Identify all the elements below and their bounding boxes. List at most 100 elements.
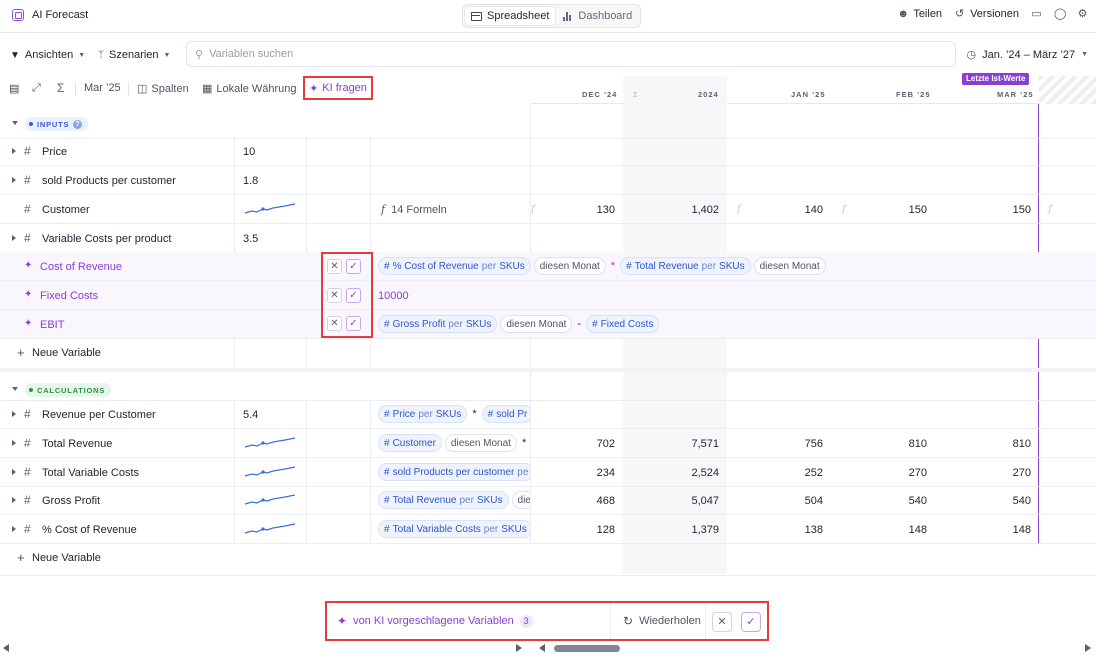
cell-jan25[interactable]: 756 [743,438,823,450]
scroll-left-icon[interactable] [539,644,545,652]
formula-chip[interactable]: # sold Pr [481,405,530,423]
columns-button[interactable]: ◫ Spalten [137,82,189,96]
table-row[interactable]: # Variable Costs per product 3.5 [0,224,1096,253]
time-chip[interactable]: diesen Monat [500,315,573,333]
section-calculations[interactable]: CALCULATIONS [0,368,1096,401]
table-row[interactable]: # sold Products per customer 1.8 [0,166,1096,195]
formula-cell[interactable]: # Total Variable Costs per SKUs [372,515,530,544]
formula-chip[interactable]: # Gross Profit per SKUs [378,315,498,333]
table-row[interactable]: # Gross Profit # Total Revenue per SKUs … [0,486,1096,515]
cell-dec24[interactable]: 468 [535,495,615,507]
expand-row-icon[interactable] [12,440,16,446]
settings-gear-icon[interactable]: ⚙ [1077,8,1088,20]
cell-mar25[interactable]: 270 [951,467,1031,479]
cell-dec24[interactable]: 702 [535,438,615,450]
row-value[interactable]: 3.5 [243,233,258,245]
formula-chip[interactable]: # % Cost of Revenue per SKUs [378,257,531,275]
ask-ai-button[interactable]: ✦ KI fragen [303,76,373,100]
collapse-icon[interactable] [12,121,18,125]
sum-icon[interactable]: Σ [57,81,64,95]
section-inputs[interactable]: INPUTS ? [0,106,1096,139]
cell-dec24[interactable]: 128 [535,524,615,536]
cell-mar25[interactable]: 540 [951,495,1031,507]
period-button[interactable]: Mar ’25 [84,82,121,94]
col-header-jan25[interactable]: JAN ’25 [791,90,826,99]
accept-all-button[interactable]: ✓ [741,612,761,632]
col-header-mar25[interactable]: MAR ’25 [997,90,1034,99]
share-button[interactable]: ☻ Teilen [897,8,942,20]
cell-feb25[interactable]: 148 [847,524,927,536]
row-value[interactable]: 5.4 [243,409,258,421]
formula-count[interactable]: f 14 Formeln [381,203,447,216]
formula-chips[interactable]: # Price per SKUs * # sold Pr [378,405,530,423]
cell-2024[interactable]: 1,402 [639,204,719,216]
formula-cell[interactable]: # Price per SKUs * # sold Pr [372,400,530,429]
scenarios-dropdown[interactable]: ᛉ Szenarien ▼ [98,49,170,61]
formula-chip[interactable]: # Price per SKUs [378,405,468,423]
tab-spreadsheet[interactable]: Spreadsheet [465,7,556,25]
scroll-right-icon[interactable] [516,644,522,652]
col-header-dec24[interactable]: DEC ’24 [582,90,617,99]
scroll-right-icon[interactable] [1085,644,1091,652]
table-row[interactable]: # % Cost of Revenue # Total Variable Cos… [0,515,1096,544]
table-row[interactable]: # Revenue per Customer 5.4 # Price per S… [0,400,1096,429]
expand-icon[interactable]: ⤢ [32,82,41,95]
expand-row-icon[interactable] [12,148,16,154]
formula-cell[interactable]: # sold Products per customer pe [372,458,530,487]
col-header-feb25[interactable]: FEB ’25 [896,90,931,99]
formula-chips[interactable]: # Gross Profit per SKUs diesen Monat - #… [378,315,660,333]
expand-row-icon[interactable] [12,411,16,417]
formula-chip[interactable]: # Total Variable Costs per SKUs [378,520,530,538]
new-variable-button[interactable]: + Neue Variable [0,339,1096,367]
help-icon[interactable]: ? [73,119,83,129]
expand-row-icon[interactable] [12,526,16,532]
formula-chips[interactable]: # % Cost of Revenue per SKUs diesen Mona… [378,257,826,275]
views-dropdown[interactable]: ▼ Ansichten ▼ [10,49,85,61]
ai-suggested-row[interactable]: ✦ EBIT # Gross Profit per SKUs diesen Mo… [0,310,1096,339]
cell-2024[interactable]: 5,047 [639,495,719,507]
table-row[interactable]: # Total Revenue # Customer diesen Monat … [0,429,1096,458]
scroll-left-icon[interactable] [3,644,9,652]
expand-row-icon[interactable] [12,497,16,503]
table-row[interactable]: # Price 10 [0,137,1096,166]
cell-feb25[interactable]: 810 [847,438,927,450]
expand-row-icon[interactable] [12,235,16,241]
formula-cell[interactable]: # Customer diesen Monat * [372,429,530,458]
cell-mar25[interactable]: 810 [951,438,1031,450]
formula-chip[interactable]: # Total Revenue per SKUs [620,257,751,275]
date-range-picker[interactable]: ◷ Jan. ’24 – März ’27 ▼ [967,48,1088,62]
calendar-icon[interactable]: ▤ [9,82,19,95]
cell-2024[interactable]: 1,379 [639,524,719,536]
cell-feb25[interactable]: 270 [847,467,927,479]
time-chip[interactable]: diesen Monat [753,257,826,275]
cell-dec24[interactable]: 234 [535,467,615,479]
cell-dec24[interactable]: 130 [535,204,615,216]
ai-suggested-row[interactable]: ✦ Fixed Costs 10000 [0,281,1096,310]
table-row[interactable]: # Total Variable Costs # sold Products p… [0,458,1096,487]
cell-feb25[interactable]: 540 [847,495,927,507]
cell-jan25[interactable]: 504 [743,495,823,507]
formula-chip[interactable]: # Total Revenue per SKUs [378,491,509,509]
versions-button[interactable]: ↺ Versionen [954,8,1019,20]
expand-row-icon[interactable] [12,177,16,183]
formula-chip[interactable]: # sold Products per customer pe [378,463,530,481]
tab-dashboard[interactable]: Dashboard [557,7,638,25]
comment-icon[interactable]: ▭ [1031,8,1042,20]
cell-jan25[interactable]: 140 [743,204,823,216]
collapse-icon[interactable] [12,387,18,391]
chat-icon[interactable]: ◯ [1054,8,1066,20]
horizontal-scrollbar[interactable] [0,642,1096,655]
cell-jan25[interactable]: 252 [743,467,823,479]
formula-chips[interactable]: # sold Products per customer pe [378,463,530,481]
row-value[interactable]: 10000 [378,290,409,302]
scroll-thumb[interactable] [554,645,620,652]
formula-cell[interactable]: # Total Revenue per SKUs dies [372,486,530,515]
formula-chip[interactable]: # Customer [378,434,442,452]
expand-row-icon[interactable] [12,469,16,475]
row-value[interactable]: 10 [243,146,255,158]
cell-mar25[interactable]: 150 [951,204,1031,216]
table-row[interactable]: # Customer f 14 Formeln f 130 1,402 f 140… [0,195,1096,224]
retry-button[interactable]: ↻ Wiederholen [610,603,708,639]
currency-button[interactable]: ▦ Lokale Währung [202,82,297,96]
cell-mar25[interactable]: 148 [951,524,1031,536]
